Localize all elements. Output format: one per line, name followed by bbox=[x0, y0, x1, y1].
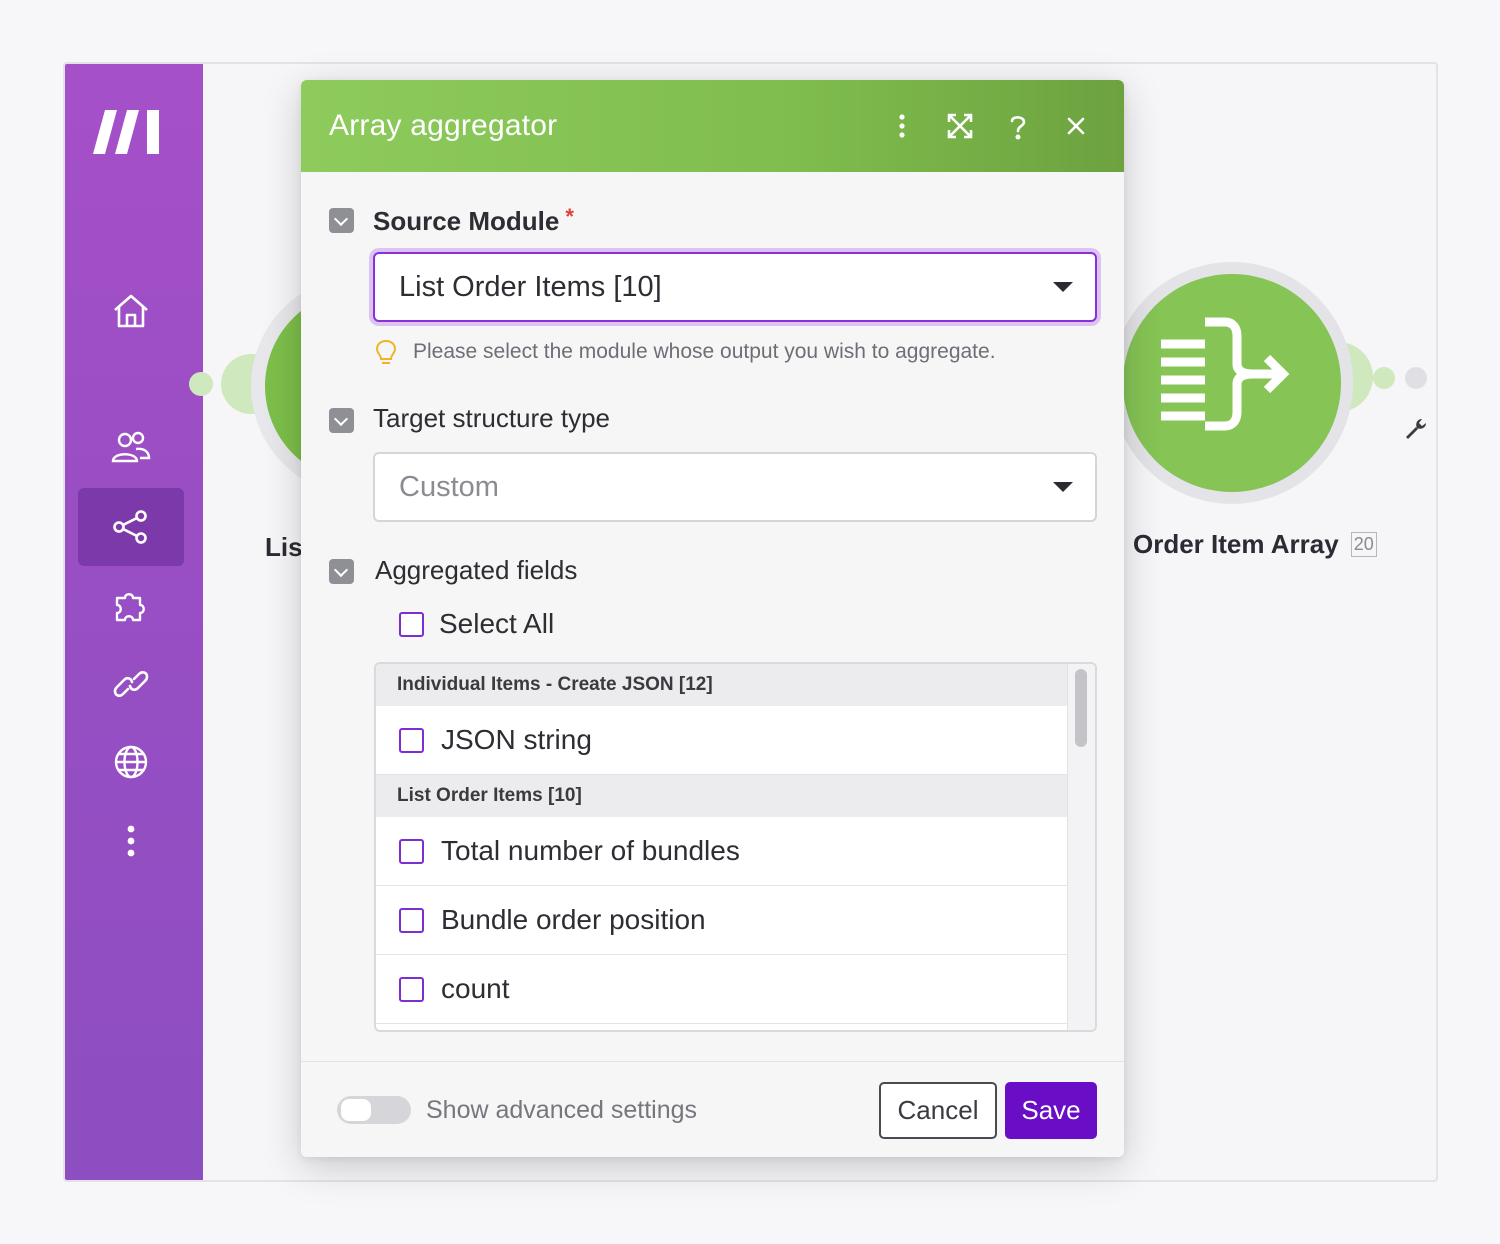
field-checkbox[interactable] bbox=[399, 838, 424, 864]
help-icon bbox=[1010, 116, 1026, 140]
add-connection-dot[interactable] bbox=[1373, 367, 1395, 389]
source-module-label: Source Module * bbox=[373, 204, 574, 237]
advanced-settings-label: Show advanced settings bbox=[426, 1096, 698, 1124]
more-options-button[interactable] bbox=[884, 106, 920, 146]
dropdown-caret-icon bbox=[1053, 282, 1073, 292]
save-button[interactable]: Save bbox=[1005, 1082, 1097, 1139]
connector-stub bbox=[189, 372, 213, 396]
field-label: Total number of bundles bbox=[441, 835, 740, 866]
module-id-badge: 20 bbox=[1350, 532, 1377, 557]
puzzle-icon bbox=[115, 593, 145, 622]
module-array-aggregator[interactable] bbox=[1111, 262, 1353, 504]
target-structure-label: Target structure type bbox=[373, 403, 610, 433]
sidebar-item-teams[interactable] bbox=[78, 409, 184, 487]
list-item[interactable]: count bbox=[376, 955, 1068, 1024]
list-item[interactable]: Bundle order position bbox=[376, 886, 1068, 955]
target-structure-select[interactable]: Custom bbox=[373, 452, 1097, 522]
advanced-settings-toggle[interactable] bbox=[337, 1096, 411, 1124]
dropdown-caret-icon bbox=[1053, 482, 1073, 492]
add-connection-dot[interactable] bbox=[1405, 367, 1427, 389]
sidebar-item-more[interactable] bbox=[78, 802, 184, 880]
dialog-footer: Show advanced settings Cancel Save bbox=[301, 1061, 1124, 1157]
sidebar-item-apps[interactable] bbox=[78, 567, 184, 645]
dialog-title: Array aggregator bbox=[329, 109, 558, 142]
select-all-label: Select All bbox=[439, 608, 555, 639]
home-icon bbox=[114, 294, 148, 328]
collapse-target-structure[interactable] bbox=[329, 408, 354, 433]
make-logo-icon[interactable] bbox=[93, 104, 173, 160]
expand-button[interactable] bbox=[942, 106, 978, 146]
field-group-header: Individual Items - Create JSON [12] bbox=[376, 664, 1068, 706]
dialog-header: Array aggregator bbox=[301, 80, 1124, 172]
kebab-menu-icon bbox=[899, 114, 905, 138]
collapse-aggregated-fields[interactable] bbox=[329, 559, 354, 584]
aggregated-fields-list[interactable]: Individual Items - Create JSON [12] JSON… bbox=[374, 662, 1097, 1032]
help-button[interactable] bbox=[1000, 106, 1036, 146]
sidebar bbox=[65, 64, 203, 1180]
cancel-button[interactable]: Cancel bbox=[879, 1082, 997, 1139]
link-icon bbox=[113, 671, 149, 697]
field-checkbox[interactable] bbox=[399, 976, 424, 1002]
aggregated-fields-label: Aggregated fields bbox=[375, 555, 578, 585]
required-asterisk: * bbox=[565, 204, 574, 229]
collapse-source-module[interactable] bbox=[329, 208, 354, 233]
sidebar-item-scenarios[interactable] bbox=[78, 488, 184, 566]
field-checkbox[interactable] bbox=[399, 907, 424, 933]
close-icon bbox=[1067, 117, 1085, 135]
scrollbar-thumb[interactable] bbox=[1075, 669, 1087, 747]
globe-icon bbox=[114, 745, 148, 779]
close-button[interactable] bbox=[1058, 106, 1094, 146]
sidebar-item-connections[interactable] bbox=[78, 645, 184, 723]
users-icon bbox=[111, 431, 151, 463]
module-name: Order Item Array bbox=[1133, 529, 1339, 559]
module-label-right: Order Item Array 20 bbox=[1133, 529, 1377, 560]
sidebar-item-webhooks[interactable] bbox=[78, 723, 184, 801]
hint-text: Please select the module whose output yo… bbox=[413, 340, 996, 363]
wrench-icon[interactable] bbox=[1403, 414, 1431, 442]
share-nodes-icon bbox=[113, 510, 147, 544]
select-all-row[interactable]: Select All bbox=[399, 608, 554, 640]
module-label-left: Lis bbox=[265, 532, 303, 562]
source-module-select[interactable]: List Order Items [10] bbox=[373, 252, 1097, 322]
more-vertical-icon bbox=[127, 825, 135, 857]
field-label: count bbox=[441, 973, 510, 1004]
target-structure-value: Custom bbox=[399, 470, 499, 503]
source-module-hint: Please select the module whose output yo… bbox=[373, 338, 996, 366]
field-checkbox[interactable] bbox=[399, 727, 424, 753]
field-group-header: List Order Items [10] bbox=[376, 775, 1068, 817]
array-aggregator-icon bbox=[1161, 317, 1290, 431]
lightbulb-icon bbox=[375, 339, 397, 364]
source-module-value: List Order Items [10] bbox=[399, 270, 662, 303]
array-aggregator-dialog: Array aggregator Source Module * List Or… bbox=[301, 80, 1124, 1157]
list-item[interactable]: JSON string bbox=[376, 706, 1068, 775]
expand-icon bbox=[947, 113, 973, 139]
select-all-checkbox[interactable] bbox=[399, 611, 424, 637]
field-label: Bundle order position bbox=[441, 904, 706, 935]
field-label: JSON string bbox=[441, 724, 592, 755]
list-scrollbar[interactable] bbox=[1067, 664, 1095, 1030]
source-module-label-text: Source Module bbox=[373, 206, 560, 236]
sidebar-item-home[interactable] bbox=[78, 272, 184, 350]
list-item[interactable]: Total number of bundles bbox=[376, 817, 1068, 886]
